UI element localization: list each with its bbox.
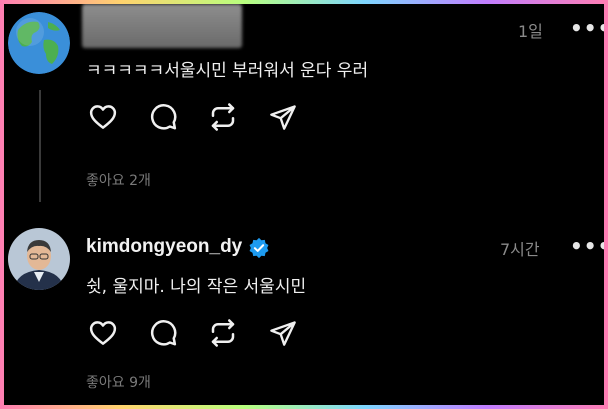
comment-button[interactable] xyxy=(146,316,180,350)
share-icon xyxy=(270,105,296,130)
share-icon xyxy=(270,321,296,346)
like-button[interactable] xyxy=(86,316,120,350)
verified-badge-icon xyxy=(249,237,269,259)
more-options-button[interactable]: ••• xyxy=(570,234,604,258)
more-options-button[interactable]: ••• xyxy=(570,16,604,40)
repost-icon xyxy=(211,319,235,347)
avatar[interactable] xyxy=(8,12,70,74)
share-button[interactable] xyxy=(266,316,300,350)
blurred-username xyxy=(82,4,242,48)
thread-line xyxy=(39,90,41,202)
comment-icon xyxy=(150,320,177,346)
heart-icon xyxy=(89,105,117,129)
heart-icon xyxy=(89,321,117,345)
post-time: 7시간 xyxy=(500,240,540,259)
share-button[interactable] xyxy=(266,100,300,134)
post-actions xyxy=(86,316,300,350)
globe-icon xyxy=(8,12,70,74)
post-time: 1일 xyxy=(518,22,543,41)
comment-icon xyxy=(150,104,177,130)
avatar[interactable] xyxy=(8,228,70,290)
repost-button[interactable] xyxy=(206,100,240,134)
post-text: 쉿, 울지마. 나의 작은 서울시민 xyxy=(86,277,307,297)
like-count[interactable]: 좋아요 9개 xyxy=(86,372,151,392)
post-text: ㅋㅋㅋㅋㅋ서울시민 부러워서 운다 우러 xyxy=(86,61,369,81)
thread-container: 1일 ••• ㅋㅋㅋㅋㅋ서울시민 부러워서 운다 우러 좋아요 2개 kimdo… xyxy=(4,4,604,405)
repost-button[interactable] xyxy=(206,316,240,350)
username[interactable]: kimdongyeon_dy xyxy=(86,236,242,258)
comment-button[interactable] xyxy=(146,100,180,134)
post-actions xyxy=(86,100,300,134)
profile-photo xyxy=(8,228,70,290)
like-button[interactable] xyxy=(86,100,120,134)
repost-icon xyxy=(211,103,235,131)
like-count[interactable]: 좋아요 2개 xyxy=(86,170,151,190)
